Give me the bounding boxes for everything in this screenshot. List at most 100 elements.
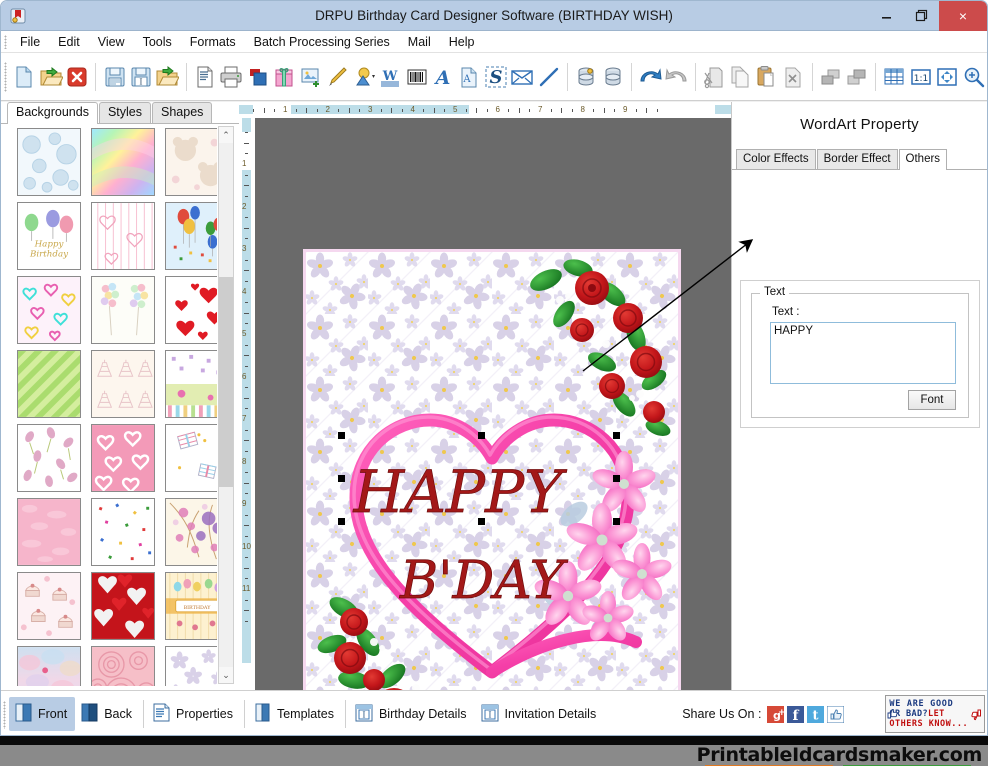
background-thumbnail-pink-hearts-solid[interactable] <box>91 424 155 492</box>
line-icon[interactable] <box>536 60 562 94</box>
background-thumbnail-pastel-petal-blur[interactable] <box>17 646 81 686</box>
background-thumbnail-lavender-blossom[interactable] <box>165 646 217 686</box>
background-thumbnail-balloon-bouquets[interactable] <box>91 276 155 344</box>
background-thumbnail-neon-hearts[interactable] <box>17 276 81 344</box>
zoom-1to1-icon[interactable]: 1:1 <box>908 60 934 94</box>
redo-icon[interactable] <box>663 60 689 94</box>
facebook-icon[interactable]: f <box>787 705 805 724</box>
bottom-item-birthday-details[interactable]: I Birthday Details <box>349 697 475 731</box>
selection-handle-sw[interactable] <box>338 518 345 525</box>
database-icon[interactable] <box>599 60 625 94</box>
background-thumbnail-happy-birthday-balloons[interactable]: Happy Birthday <box>17 202 81 270</box>
minimize-button[interactable] <box>869 1 904 31</box>
feedback-banner[interactable]: WE ARE GOOD OR BAD?LET OTHERS KNOW... <box>885 695 986 733</box>
delete-page-icon[interactable] <box>780 60 806 94</box>
selection-handle-ne[interactable] <box>613 432 620 439</box>
zoom-in-icon[interactable] <box>961 60 987 94</box>
close-button[interactable]: × <box>939 1 987 31</box>
open-folder-icon[interactable] <box>37 60 63 94</box>
background-thumbnail-list[interactable]: Happy Birthday BIRTHDAY <box>7 126 217 686</box>
tab-color-effects[interactable]: Color Effects <box>736 149 816 169</box>
scrollbar-thumb[interactable] <box>219 277 233 487</box>
background-thumbnail-birthday-banner-cream[interactable]: BIRTHDAY <box>165 572 217 640</box>
menu-item-formats[interactable]: Formats <box>181 33 245 51</box>
selection-handle-nw[interactable] <box>338 432 345 439</box>
selection-handle-n[interactable] <box>478 432 485 439</box>
bottom-item-back[interactable]: Back <box>75 697 140 731</box>
undo-icon[interactable] <box>637 60 663 94</box>
backgrounds-scrollbar[interactable]: ⌃ ⌄ <box>218 126 234 684</box>
menu-item-file[interactable]: File <box>11 33 49 51</box>
save-floppy-icon[interactable] <box>101 60 127 94</box>
background-thumbnail-purple-blossom-branch[interactable] <box>165 498 217 566</box>
card-properties-icon[interactable] <box>245 60 271 94</box>
selection-handle-e[interactable] <box>613 475 620 482</box>
background-thumbnail-rainbow-gradient[interactable] <box>91 128 155 196</box>
wordart-s-icon[interactable]: S <box>483 60 509 94</box>
save-as-floppy-icon[interactable]: I <box>128 60 154 94</box>
background-thumbnail-pink-roses[interactable] <box>91 646 155 686</box>
tab-shapes[interactable]: Shapes <box>152 102 213 123</box>
menu-item-mail[interactable]: Mail <box>399 33 440 51</box>
menu-item-view[interactable]: View <box>89 33 134 51</box>
background-thumbnail-gift-boxes-white[interactable] <box>165 424 217 492</box>
send-to-back-icon[interactable] <box>844 60 870 94</box>
thumbs-up-icon[interactable] <box>826 705 845 723</box>
print-preview-icon[interactable] <box>192 60 218 94</box>
bottom-item-front[interactable]: Front <box>9 697 76 731</box>
tab-styles[interactable]: Styles <box>98 102 152 123</box>
background-thumbnail-balloons-sky[interactable] <box>165 202 217 270</box>
new-document-icon[interactable] <box>11 60 37 94</box>
close-red-x-icon[interactable] <box>64 60 90 94</box>
wordart-text-input[interactable] <box>770 322 956 384</box>
database-gold-icon[interactable] <box>573 60 599 94</box>
selection-handle-w[interactable] <box>338 475 345 482</box>
design-canvas[interactable]: HAPPY B'DAY <box>255 118 731 690</box>
background-thumbnail-red-white-hearts[interactable] <box>91 572 155 640</box>
bottom-item-invitation-details[interactable]: I Invitation Details <box>475 697 605 731</box>
card-front-design[interactable]: HAPPY B'DAY <box>303 249 681 690</box>
export-folder-icon[interactable] <box>154 60 180 94</box>
cut-scissors-icon[interactable] <box>701 60 727 94</box>
maximize-restore-button[interactable] <box>904 1 939 31</box>
background-thumbnail-pink-hearts-stripes[interactable] <box>91 202 155 270</box>
add-image-icon[interactable] <box>297 60 323 94</box>
copy-icon[interactable] <box>727 60 753 94</box>
menu-item-edit[interactable]: Edit <box>49 33 89 51</box>
twitter-icon[interactable]: t <box>807 705 825 723</box>
selection-handle-s[interactable] <box>478 518 485 525</box>
background-thumbnail-teddy-bear-beige[interactable] <box>165 128 217 196</box>
background-thumbnail-confetti-white[interactable] <box>91 498 155 566</box>
font-button[interactable]: Font <box>908 390 956 410</box>
tab-backgrounds[interactable]: Backgrounds <box>7 102 98 124</box>
background-thumbnail-pink-petals-scatter[interactable] <box>17 424 81 492</box>
menu-item-batch-processing-series[interactable]: Batch Processing Series <box>245 33 399 51</box>
background-thumbnail-pink-texture[interactable] <box>17 498 81 566</box>
scroll-down-arrow[interactable]: ⌄ <box>219 667 233 683</box>
text-a-icon[interactable]: A <box>430 60 456 94</box>
menu-item-tools[interactable]: Tools <box>134 33 181 51</box>
tab-others[interactable]: Others <box>898 149 948 170</box>
gift-box-icon[interactable] <box>271 60 297 94</box>
tab-border-effect[interactable]: Border Effect <box>816 149 898 169</box>
grid-icon[interactable] <box>881 60 907 94</box>
fit-page-icon[interactable] <box>934 60 960 94</box>
background-thumbnail-green-diagonal-stripes[interactable] <box>17 350 81 418</box>
selection-handle-se[interactable] <box>613 518 620 525</box>
bottom-item-properties[interactable]: Properties <box>147 697 241 731</box>
background-thumbnail-red-hearts-white[interactable] <box>165 276 217 344</box>
background-thumbnail-cream-cakes[interactable] <box>91 350 155 418</box>
google-plus-icon[interactable]: g + <box>767 705 786 723</box>
pen-icon[interactable] <box>324 60 350 94</box>
text-page-icon[interactable]: A <box>456 60 482 94</box>
watermark-w-icon[interactable]: W <box>377 60 403 94</box>
barcode-icon[interactable] <box>403 60 429 94</box>
menu-item-help[interactable]: Help <box>440 33 484 51</box>
scroll-up-arrow[interactable]: ⌃ <box>219 127 233 143</box>
shapes-fill-icon[interactable] <box>350 60 376 94</box>
background-thumbnail-cake-slices-pink[interactable] <box>17 572 81 640</box>
envelope-icon[interactable] <box>509 60 535 94</box>
paste-clipboard-icon[interactable] <box>754 60 780 94</box>
printer-icon[interactable] <box>218 60 244 94</box>
bring-to-front-icon[interactable] <box>817 60 843 94</box>
